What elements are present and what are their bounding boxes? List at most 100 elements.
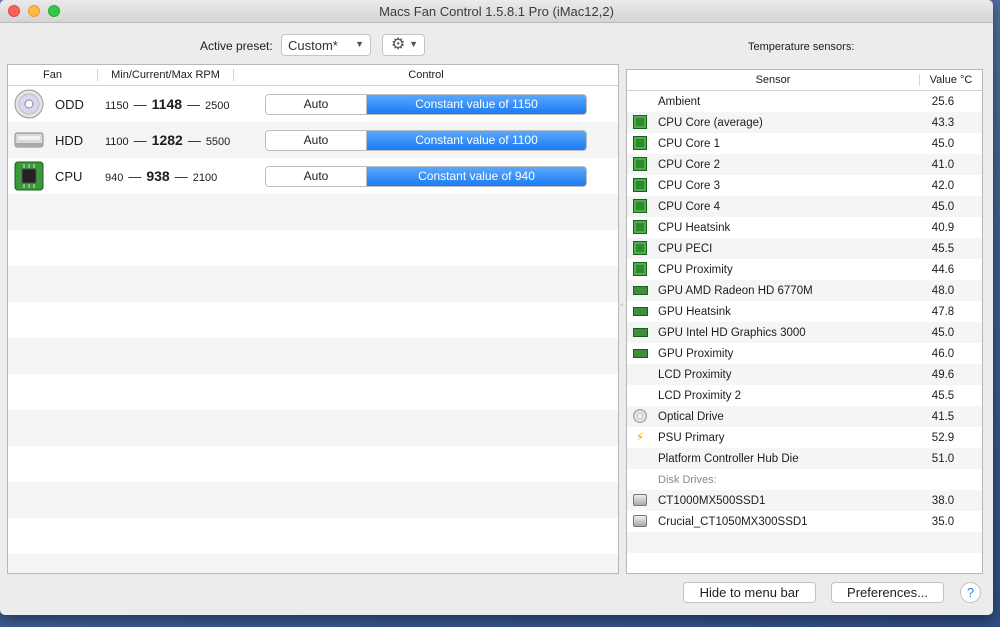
rpm-current: 1282 [151, 132, 183, 148]
hide-to-menu-bar-button[interactable]: Hide to menu bar [683, 582, 816, 603]
fan-name: ODD [55, 96, 84, 112]
disk-sensor-row[interactable]: CT1000MX500SSD1 38.0 [627, 490, 982, 511]
cpu-chip-icon [633, 157, 647, 171]
sensor-row[interactable]: GPU Intel HD Graphics 3000 45.0 [627, 322, 982, 343]
sensor-value: 52.9 [931, 431, 955, 444]
column-header-control[interactable]: Control [234, 69, 618, 81]
sensor-value: 40.9 [931, 221, 955, 234]
rpm-min: 1100 [105, 136, 129, 148]
sensor-row[interactable]: ⚡ PSU Primary 52.9 [627, 427, 982, 448]
sensor-name: CT1000MX500SSD1 [658, 494, 766, 507]
sensor-name: Platform Controller Hub Die [658, 452, 799, 465]
preset-dropdown[interactable]: Custom* ▼ [281, 34, 371, 56]
chevron-down-icon: ▼ [355, 39, 364, 49]
sensor-row[interactable]: CPU Core 1 45.0 [627, 133, 982, 154]
column-header-rpm[interactable]: Min/Current/Max RPM [98, 69, 234, 81]
preferences-button[interactable]: Preferences... [831, 582, 944, 603]
sensor-row[interactable]: Ambient 25.6 [627, 91, 982, 112]
rpm-separator: — [187, 97, 201, 112]
sensor-row[interactable]: CPU Core 3 42.0 [627, 175, 982, 196]
active-preset-label: Active preset: [200, 39, 273, 53]
sensor-name: CPU Core 4 [658, 200, 720, 213]
title-bar[interactable]: Macs Fan Control 1.5.8.1 Pro (iMac12,2) [0, 0, 993, 23]
auto-button[interactable]: Auto [266, 94, 367, 114]
split-view-divider[interactable]: ◦ [620, 300, 624, 311]
sensor-value: 44.6 [931, 263, 955, 276]
disk-drive-icon [633, 494, 647, 506]
sensor-row[interactable]: CPU Proximity 44.6 [627, 259, 982, 280]
fan-name: CPU [55, 168, 83, 184]
fan-control-segmented: Auto Constant value of 940 [265, 165, 587, 187]
column-header-sensor[interactable]: Sensor [627, 74, 920, 86]
gear-menu-button[interactable]: ⚙ ▼ [382, 34, 425, 56]
empty-row [627, 553, 982, 573]
sensor-row[interactable]: GPU AMD Radeon HD 6770M 48.0 [627, 280, 982, 301]
sensor-name: GPU Heatsink [658, 305, 731, 318]
sensor-row[interactable]: CPU Core 2 41.0 [627, 154, 982, 175]
constant-value-button[interactable]: Constant value of 1150 [367, 94, 586, 114]
sensor-row[interactable]: GPU Proximity 46.0 [627, 343, 982, 364]
optical-drive-icon [633, 409, 647, 423]
sensor-value: 41.5 [931, 410, 955, 423]
cpu-chip-icon [633, 178, 647, 192]
fan-table: Fan Min/Current/Max RPM Control ODD 1150… [7, 64, 619, 574]
auto-button[interactable]: Auto [266, 166, 367, 186]
sensor-name: LCD Proximity [658, 368, 732, 381]
sensor-value: 47.8 [931, 305, 955, 318]
sensor-value: 51.0 [931, 452, 955, 465]
cpu-chip-icon [633, 220, 647, 234]
sensor-name: CPU Core 3 [658, 179, 720, 192]
rpm-max: 2500 [205, 100, 230, 112]
sensor-name: Optical Drive [658, 410, 724, 423]
sensor-name: GPU Intel HD Graphics 3000 [658, 326, 806, 339]
sensor-row[interactable]: Platform Controller Hub Die 51.0 [627, 448, 982, 469]
sensor-name: GPU AMD Radeon HD 6770M [658, 284, 813, 297]
column-header-fan[interactable]: Fan [8, 69, 98, 81]
sensor-name: Crucial_CT1050MX300SSD1 [658, 515, 808, 528]
sensor-name: Ambient [658, 95, 701, 108]
auto-button[interactable]: Auto [266, 130, 367, 150]
sensor-value: 49.6 [931, 368, 955, 381]
sensor-name: CPU Core 1 [658, 137, 720, 150]
rpm-readout: 1150 — 1148 — 2500 [105, 96, 230, 112]
constant-value-button[interactable]: Constant value of 1100 [367, 130, 586, 150]
sensor-row[interactable]: LCD Proximity 49.6 [627, 364, 982, 385]
sensor-row[interactable]: CPU Core 4 45.0 [627, 196, 982, 217]
sensor-row[interactable]: CPU PECI 45.5 [627, 238, 982, 259]
column-header-value[interactable]: Value °C [920, 74, 982, 86]
sensor-row[interactable]: CPU Core (average) 43.3 [627, 112, 982, 133]
rpm-min: 940 [105, 172, 124, 184]
constant-value-button[interactable]: Constant value of 940 [367, 166, 586, 186]
graphics-card-icon [633, 349, 648, 358]
power-supply-icon: ⚡ [635, 430, 645, 444]
fan-row-hdd[interactable]: HDD 1100 — 1282 — 5500 Auto Constant val… [8, 122, 618, 158]
sensor-row[interactable]: GPU Heatsink 47.8 [627, 301, 982, 322]
fan-control-segmented: Auto Constant value of 1100 [265, 129, 587, 151]
cpu-chip-icon [633, 262, 647, 276]
rpm-readout: 1100 — 1282 — 5500 [105, 132, 230, 148]
preset-value: Custom* [288, 37, 338, 53]
fan-row-cpu[interactable]: CPU 940 — 938 — 2100 Auto Constant value… [8, 158, 618, 194]
sensor-value: 48.0 [931, 284, 955, 297]
sensor-row[interactable]: LCD Proximity 2 45.5 [627, 385, 982, 406]
fan-table-header: Fan Min/Current/Max RPM Control [8, 65, 618, 86]
fan-control-segmented: Auto Constant value of 1150 [265, 93, 587, 115]
sensor-row[interactable]: Optical Drive 41.5 [627, 406, 982, 427]
hard-drive-icon [14, 132, 44, 148]
temperature-sensors-title: Temperature sensors: [748, 41, 855, 53]
optical-drive-icon [14, 89, 44, 119]
sensor-value: 38.0 [931, 494, 955, 507]
fan-row-odd[interactable]: ODD 1150 — 1148 — 2500 Auto Constant val… [8, 86, 618, 122]
sensor-value: 45.5 [931, 389, 955, 402]
rpm-current: 938 [146, 168, 170, 184]
rpm-separator: — [133, 97, 147, 112]
sensor-row[interactable]: CPU Heatsink 40.9 [627, 217, 982, 238]
rpm-separator: — [174, 169, 188, 184]
cpu-chip-icon [633, 115, 647, 129]
rpm-max: 2100 [192, 172, 218, 184]
chevron-down-icon: ▼ [409, 39, 418, 49]
graphics-card-icon [633, 286, 648, 295]
disk-sensor-row[interactable]: Crucial_CT1050MX300SSD1 35.0 [627, 511, 982, 532]
help-button[interactable]: ? [960, 582, 981, 603]
graphics-card-icon [633, 307, 648, 316]
